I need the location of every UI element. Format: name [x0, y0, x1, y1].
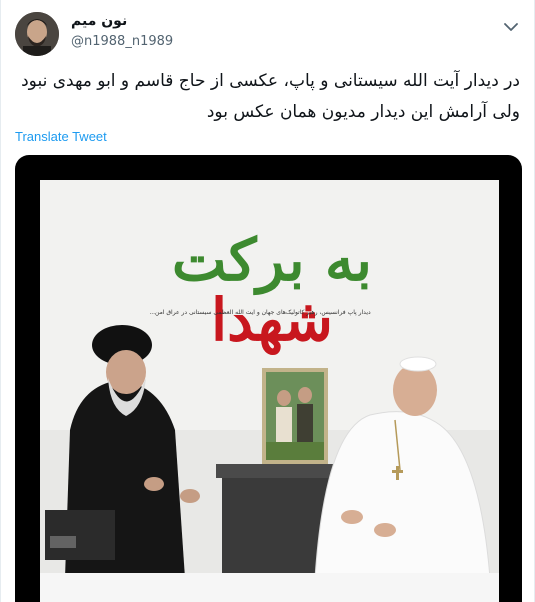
- tweet-media[interactable]: به برکت شهدا دیدار پاپ فرانسیس، رهبر کات…: [15, 155, 522, 602]
- second-media-image[interactable]: [40, 573, 499, 602]
- more-options-button[interactable]: [500, 16, 522, 38]
- tweet-text: در دیدار آیت الله سیستانی و پاپ، عکسی از…: [21, 71, 520, 122]
- avatar[interactable]: [15, 12, 59, 56]
- poster-title-part1: به برکت: [171, 226, 373, 294]
- display-name[interactable]: نون میم: [71, 13, 127, 29]
- poster-title-part2: شهدا: [211, 286, 333, 354]
- tweet-card: نون میم @n1988_n1989 در دیدار آیت الله س…: [0, 0, 535, 602]
- avatar-image: [15, 12, 59, 56]
- poster-title: به برکت شهدا: [152, 230, 392, 350]
- media-poster-image: به برکت شهدا دیدار پاپ فرانسیس، رهبر کات…: [40, 180, 499, 578]
- poster-caption: دیدار پاپ فرانسیس، رهبر کاتولیک‌های جهان…: [149, 309, 371, 316]
- chevron-down-icon: [504, 23, 518, 31]
- user-handle[interactable]: @n1988_n1989: [71, 34, 173, 49]
- translate-tweet-link[interactable]: Translate Tweet: [15, 129, 107, 144]
